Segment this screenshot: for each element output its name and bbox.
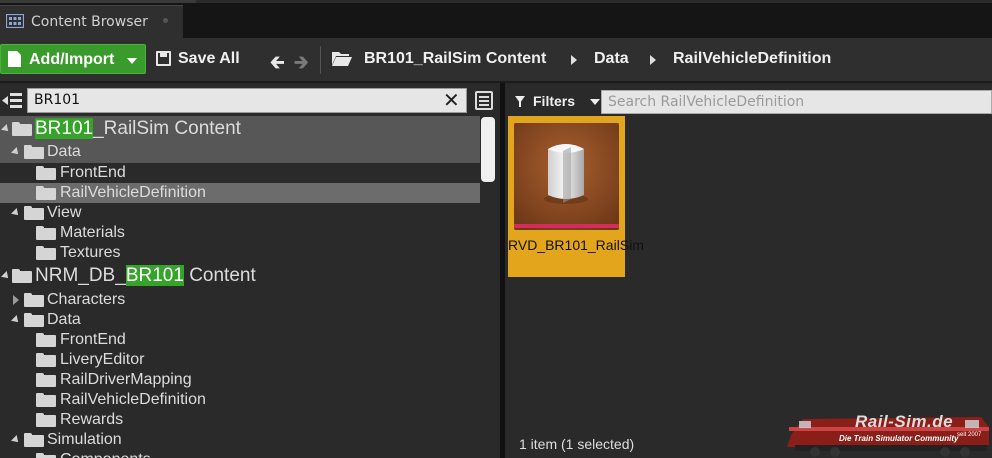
tab-bar: Content Browser xyxy=(0,0,992,38)
folder-icon xyxy=(36,453,56,458)
tree-item[interactable]: Data xyxy=(0,310,480,330)
back-arrow-icon[interactable]: 🡰 xyxy=(270,50,285,80)
data-asset-icon xyxy=(514,123,619,230)
folder-icon xyxy=(12,269,32,283)
toolbar: Add/Import Save All 🡰 🡲 BR101_RailSim Co… xyxy=(0,38,992,82)
asset-type-color-bar xyxy=(514,224,619,228)
asset-view-panel: Filters Search RailVehicleDefinition RVD… xyxy=(505,83,992,458)
folder-search-input[interactable]: BR101 ✕ xyxy=(27,88,467,113)
save-icon xyxy=(156,51,171,66)
tree-item-label: RailVehicleDefinition xyxy=(60,184,206,201)
tree-item[interactable]: LiveryEditor xyxy=(0,350,480,370)
tab-strip-line xyxy=(0,0,196,3)
breadcrumb-arrow-icon[interactable] xyxy=(571,55,577,65)
folder-icon xyxy=(36,166,56,180)
tree-item-label: Data xyxy=(47,311,81,328)
asset-tile[interactable]: RVD_BR101_RailSim xyxy=(508,116,644,277)
folder-icon xyxy=(36,226,56,240)
breadcrumb-item[interactable]: Data xyxy=(594,50,629,68)
tree-item[interactable]: FrontEnd xyxy=(0,330,480,350)
tree-item[interactable]: FrontEnd xyxy=(0,163,480,183)
tree-item[interactable]: View xyxy=(0,203,480,223)
folder-icon xyxy=(24,433,44,447)
chevron-down-icon xyxy=(590,99,600,105)
tree-scrollbar[interactable] xyxy=(481,117,495,182)
folder-icon xyxy=(24,145,44,159)
breadcrumb-item[interactable]: BR101_RailSim Content xyxy=(364,50,546,68)
folder-icon xyxy=(36,333,56,347)
tree-item-label: FrontEnd xyxy=(60,164,126,181)
tab-content-browser[interactable]: Content Browser xyxy=(0,5,183,38)
folder-open-icon[interactable] xyxy=(332,51,352,66)
tree-item-label: Characters xyxy=(47,291,126,308)
tree-item[interactable]: NRM_DB_BR101 Content xyxy=(0,263,480,289)
tree-item-label: Simulation xyxy=(47,431,122,448)
save-all-label: Save All xyxy=(178,50,240,67)
folder-icon xyxy=(12,122,32,136)
folder-icon xyxy=(36,393,56,407)
asset-thumbnail xyxy=(514,123,619,230)
tree-item-label: LiveryEditor xyxy=(60,351,145,368)
asset-name: RVD_BR101_RailSim xyxy=(508,237,644,253)
tab-strip-line xyxy=(196,0,992,3)
view-options-icon[interactable] xyxy=(475,91,493,110)
tree-item[interactable]: Rewards xyxy=(0,410,480,430)
tree-item[interactable]: Simulation xyxy=(0,430,480,450)
tree-item-label: Components xyxy=(60,450,151,458)
tree-item[interactable]: Textures xyxy=(0,243,480,263)
watermark-subtitle: Die Train Simulator Community xyxy=(839,434,959,443)
tree-item-label: Rewards xyxy=(60,411,124,428)
tree-item[interactable]: Characters xyxy=(0,290,480,310)
folder-icon xyxy=(36,353,56,367)
tree-item[interactable]: Materials xyxy=(0,223,480,243)
new-document-icon xyxy=(8,51,21,67)
folder-icon xyxy=(24,313,44,327)
asset-search-input[interactable]: Search RailVehicleDefinition xyxy=(601,90,992,114)
close-tab-icon[interactable] xyxy=(163,18,168,23)
add-import-label: Add/Import xyxy=(29,51,115,68)
tree-item-label: RailDriverMapping xyxy=(60,371,192,388)
tree-item[interactable]: RailVehicleDefinition xyxy=(0,183,480,203)
tab-label: Content Browser xyxy=(31,14,148,30)
forward-arrow-icon[interactable]: 🡲 xyxy=(294,50,309,80)
folder-icon xyxy=(36,413,56,427)
add-import-button[interactable]: Add/Import xyxy=(0,44,146,74)
watermark-title: Rail-Sim.de xyxy=(855,412,954,431)
filters-label: Filters xyxy=(533,93,576,109)
filter-icon xyxy=(515,96,525,107)
tree-item-label: RailVehicleDefinition xyxy=(60,391,206,408)
tree-item[interactable]: BR101_RailSim Content xyxy=(0,116,480,142)
folder-icon xyxy=(36,186,56,200)
folder-tree: BR101_RailSim Content Data FrontEnd Rail… xyxy=(0,116,480,458)
clear-search-icon[interactable]: ✕ xyxy=(443,90,460,110)
tree-item[interactable]: RailDriverMapping xyxy=(0,370,480,390)
toolbar-separator xyxy=(320,46,321,74)
watermark-year: seit 2007 xyxy=(957,432,982,438)
tree-item-label: FrontEnd xyxy=(60,331,126,348)
tree-item[interactable]: RailVehicleDefinition xyxy=(0,390,480,410)
status-text: 1 item (1 selected) xyxy=(519,436,635,452)
rail-sim-watermark-logo: Rail-Sim.de Die Train Simulator Communit… xyxy=(785,405,992,458)
collapse-tree-icon[interactable] xyxy=(2,92,22,109)
search-value: BR101 xyxy=(34,92,81,108)
tree-item-label: Data xyxy=(47,143,81,160)
chevron-down-icon xyxy=(127,58,137,64)
folder-icon xyxy=(36,246,56,260)
tree-item[interactable]: Components xyxy=(0,450,480,458)
sources-panel: BR101 ✕ BR101_RailSim Content Data Front… xyxy=(0,83,500,458)
asset-search-placeholder: Search RailVehicleDefinition xyxy=(608,94,805,110)
content-browser-icon xyxy=(6,14,24,28)
folder-icon xyxy=(24,206,44,220)
tree-item-label: NRM_DB_BR101 Content xyxy=(35,265,256,286)
tree-item-label: Materials xyxy=(60,224,125,241)
folder-icon xyxy=(36,373,56,387)
breadcrumb-item[interactable]: RailVehicleDefinition xyxy=(673,50,831,68)
folder-icon xyxy=(24,293,44,307)
tree-item-label: Textures xyxy=(60,244,121,261)
breadcrumb-arrow-icon[interactable] xyxy=(650,55,656,65)
tree-item-label: View xyxy=(47,204,82,221)
tree-item-label: BR101_RailSim Content xyxy=(35,118,241,139)
tree-item[interactable]: Data xyxy=(0,142,480,163)
